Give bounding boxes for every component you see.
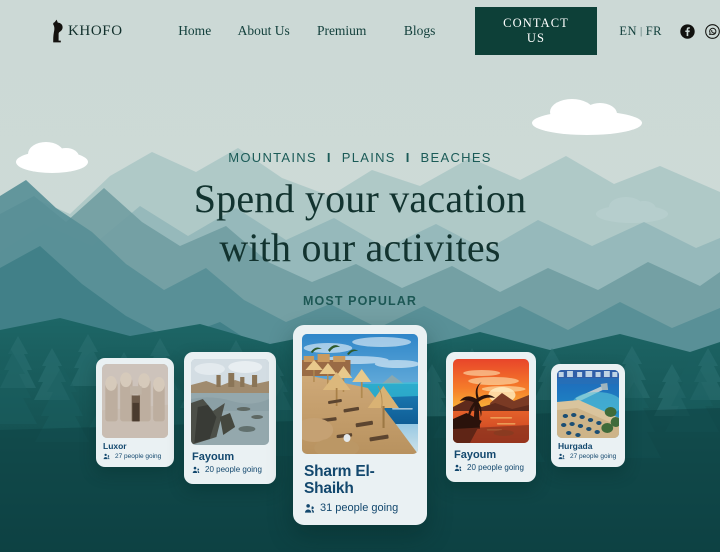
brand-logo[interactable]: KHOFO bbox=[50, 19, 123, 43]
card-luxor-going: 27 people going bbox=[115, 453, 162, 461]
card-fayoum-1-meta: 20 people going bbox=[192, 465, 269, 475]
nav-links: Home About Us Premium Blogs bbox=[165, 23, 459, 39]
social-links bbox=[680, 23, 720, 39]
card-sharm-meta: 31 people going bbox=[304, 502, 418, 514]
card-hurgada-meta: 27 people going bbox=[558, 453, 619, 460]
landing-page: KHOFO Home About Us Premium Blogs CONTAC… bbox=[0, 0, 720, 552]
card-luxor-meta: 27 people going bbox=[103, 453, 168, 460]
card-fayoum-2-thumbnail bbox=[453, 359, 529, 443]
fayoum-lake-image bbox=[191, 359, 269, 445]
card-luxor-title: Luxor bbox=[103, 441, 127, 451]
nav-link-blogs[interactable]: Blogs bbox=[381, 23, 459, 39]
contact-us-button[interactable]: CONTACT US bbox=[474, 7, 598, 55]
people-icon bbox=[558, 454, 565, 460]
navbar: KHOFO Home About Us Premium Blogs CONTAC… bbox=[0, 0, 720, 62]
facebook-icon[interactable] bbox=[680, 23, 695, 39]
nav-link-home[interactable]: Home bbox=[165, 23, 225, 39]
nav-link-premium[interactable]: Premium bbox=[303, 23, 381, 39]
cat-silhouette-icon bbox=[53, 19, 63, 43]
sharm-beach-image bbox=[302, 334, 418, 454]
people-icon bbox=[103, 454, 110, 460]
card-luxor[interactable]: Luxor 27 people going bbox=[96, 358, 174, 468]
people-icon bbox=[192, 467, 200, 474]
card-luxor-thumbnail bbox=[102, 364, 168, 438]
card-fayoum-1-thumbnail bbox=[191, 359, 269, 445]
card-sharm-title: Sharm El-Shaikh bbox=[304, 463, 375, 498]
card-hurgada-thumbnail bbox=[557, 370, 619, 438]
card-sharm-going: 31 people going bbox=[320, 502, 399, 515]
card-fayoum-1-title: Fayoum bbox=[192, 451, 235, 463]
card-fayoum-2-going: 20 people going bbox=[467, 463, 524, 473]
lang-separator: | bbox=[640, 25, 643, 37]
abu-simbel-image bbox=[102, 364, 168, 438]
lang-en[interactable]: EN bbox=[619, 24, 637, 39]
card-sharm-thumbnail bbox=[302, 334, 418, 454]
card-hurgada-going: 27 people going bbox=[570, 453, 617, 461]
hurgada-beach-image bbox=[557, 370, 619, 438]
nav-link-about-us[interactable]: About Us bbox=[225, 23, 303, 39]
card-sharm-el-shaikh[interactable]: Sharm El-Shaikh 31 people going bbox=[293, 325, 427, 526]
card-fayoum-2[interactable]: Fayoum 20 people going bbox=[446, 352, 536, 482]
card-fayoum-1-going: 20 people going bbox=[205, 465, 262, 475]
whatsapp-icon[interactable] bbox=[705, 23, 720, 39]
destination-cards: Luxor 27 people going Fayoum 20 people g… bbox=[0, 0, 720, 552]
people-icon bbox=[454, 465, 462, 472]
card-hurgada-title: Hurgada bbox=[558, 441, 593, 451]
card-fayoum-2-title: Fayoum bbox=[454, 449, 497, 461]
fayoum-sunset-image bbox=[453, 359, 529, 443]
card-fayoum-2-meta: 20 people going bbox=[454, 463, 529, 473]
lang-fr[interactable]: FR bbox=[646, 24, 662, 39]
language-switcher[interactable]: EN | FR bbox=[619, 24, 662, 39]
card-hurgada[interactable]: Hurgada 27 people going bbox=[551, 364, 625, 468]
people-icon bbox=[304, 503, 315, 513]
card-fayoum-1[interactable]: Fayoum 20 people going bbox=[184, 352, 276, 484]
brand-name: KHOFO bbox=[68, 22, 123, 39]
